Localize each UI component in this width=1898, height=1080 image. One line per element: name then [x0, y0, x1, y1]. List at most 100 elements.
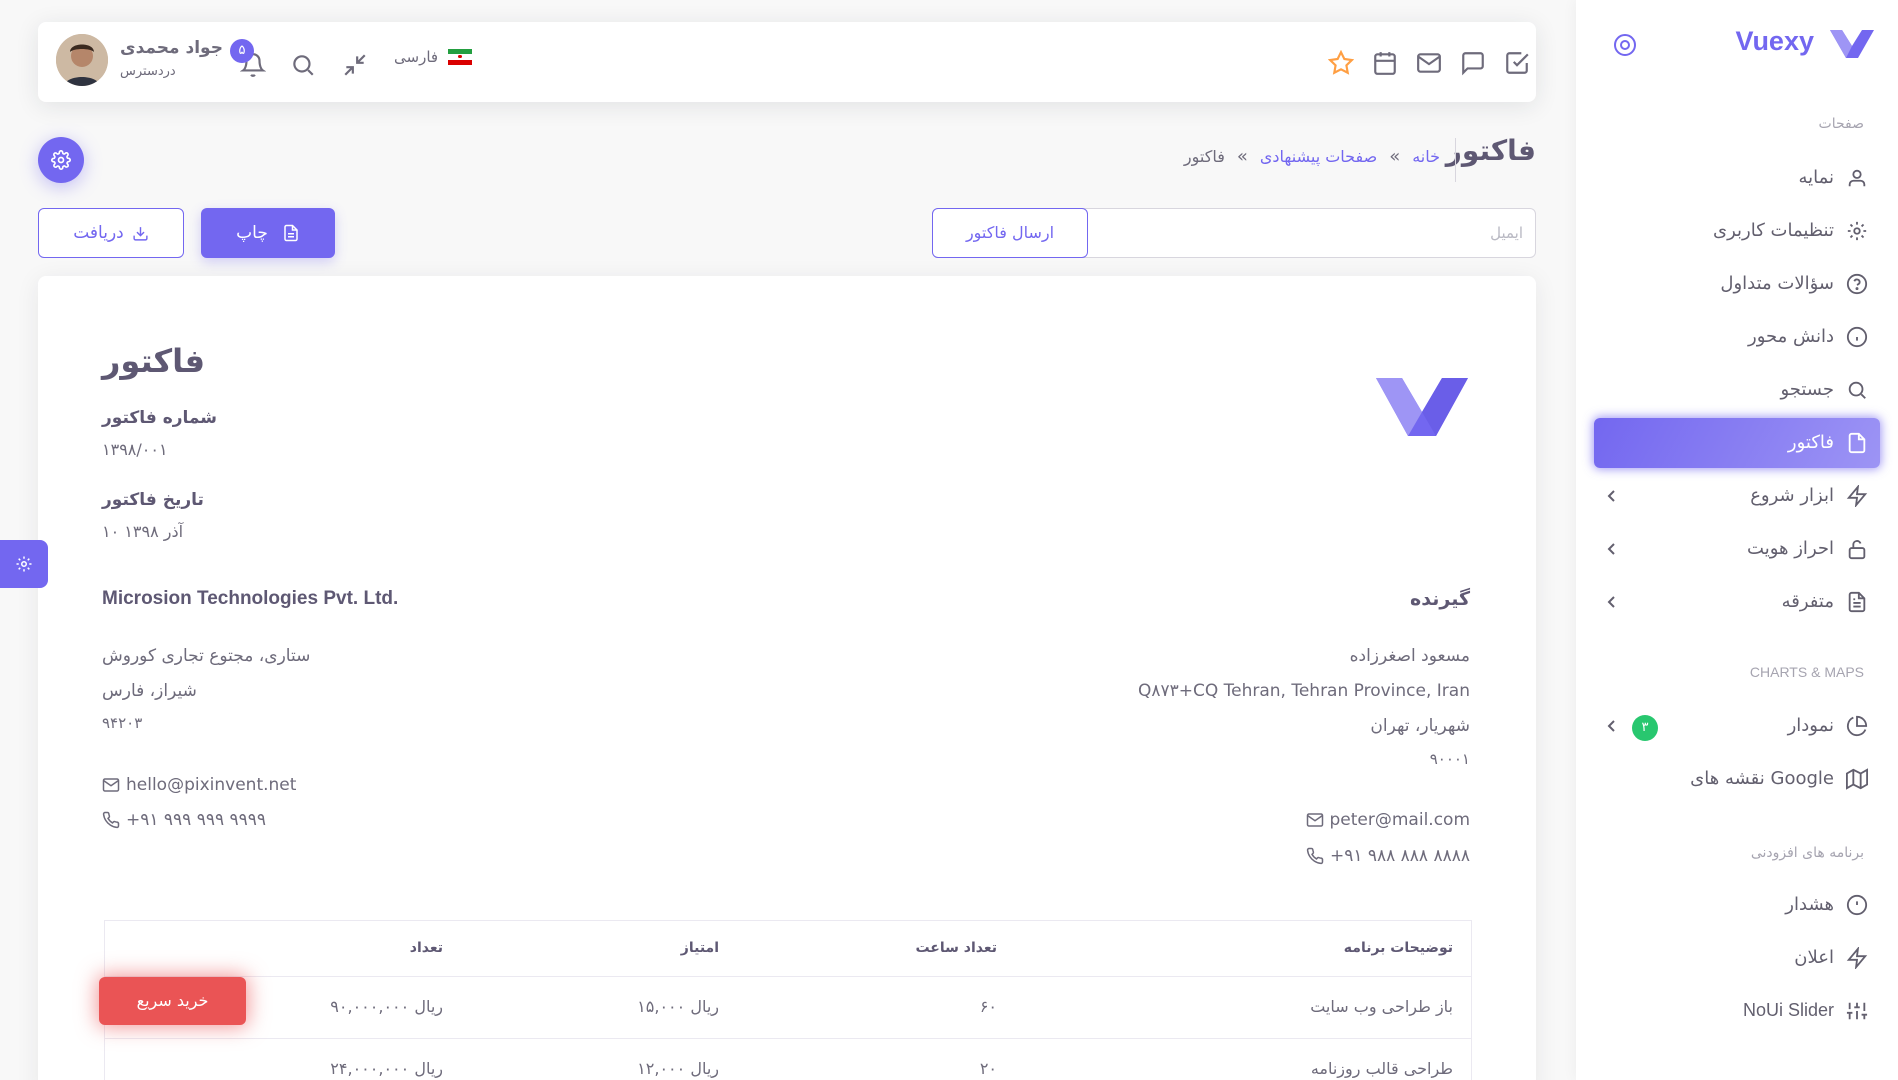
column-header: توضیحات برنامه — [1343, 940, 1453, 956]
sidebar-item-alert[interactable]: هشدار — [1594, 880, 1880, 930]
email-placeholder: ایمیل — [1490, 224, 1523, 242]
star-icon[interactable] — [1328, 50, 1354, 76]
table-row: طراحی قالب روزنامه ۲۰ ۱۲,۰۰۰ ریال ۲۴,۰۰۰… — [105, 1039, 1471, 1080]
language-label: فارسی — [394, 48, 439, 66]
search-icon[interactable] — [290, 52, 316, 78]
sidebar-item-label: اعلان — [1794, 947, 1834, 968]
recipient-phone-line: +۹۱ ۹۸۸ ۸۸۸ ۸۸۸۸ — [1306, 846, 1470, 866]
sidebar-item-toastr[interactable]: اعلان — [1594, 933, 1880, 983]
table-cell: ۲۴,۰۰۰,۰۰۰ ریال — [330, 1059, 443, 1078]
send-invoice-button[interactable]: ارسال فاکتور — [932, 208, 1088, 258]
table-cell: طراحی قالب روزنامه — [1310, 1059, 1453, 1078]
recipient-zip: ۹۰۰۰۱ — [1429, 750, 1470, 768]
sidebar-item-faq[interactable]: سؤالات متداول — [1594, 259, 1880, 309]
sidebar-item-search[interactable]: جستجو — [1594, 365, 1880, 415]
top-navbar: جواد محمدی دردسترس ۵ فارسی — [38, 22, 1536, 102]
title-divider — [1455, 138, 1456, 182]
sidebar-item-label: ابزار شروع — [1750, 485, 1834, 506]
sidebar-item-label: دانش محور — [1748, 326, 1834, 347]
sidebar-item-charts[interactable]: نمودار ۳ — [1594, 701, 1880, 751]
file-text-icon — [284, 224, 298, 242]
company-zip: ۹۴۲۰۳ — [102, 714, 143, 732]
check-square-icon[interactable] — [1504, 50, 1530, 76]
print-button[interactable]: چاپ — [201, 208, 335, 258]
message-square-icon[interactable] — [1460, 50, 1486, 76]
sidebar-item-label: متفرقه — [1781, 591, 1834, 612]
download-label: دریافت — [73, 223, 124, 243]
mail-icon — [102, 778, 120, 792]
sidebar-item-label: نمودار — [1787, 715, 1834, 736]
file-icon — [1848, 432, 1866, 454]
zap-icon — [1846, 947, 1868, 969]
sidebar-item-label: تنظیمات کاربری — [1713, 220, 1834, 241]
table-cell: ۱۲,۰۰۰ ریال — [637, 1059, 719, 1078]
sidebar-item-knowledge-base[interactable]: دانش محور — [1594, 312, 1880, 362]
chevron-left-icon — [1607, 596, 1615, 608]
company-name: Microsion Technologies Pvt. Ltd. — [102, 588, 399, 609]
sidebar-item-badge: ۳ — [1632, 715, 1658, 741]
minimize-icon[interactable] — [342, 52, 368, 78]
app-settings-button[interactable] — [38, 137, 84, 183]
recipient-phone: +۹۱ ۹۸۸ ۸۸۸ ۸۸۸۸ — [1329, 846, 1470, 866]
breadcrumb-home[interactable]: خانه — [1412, 147, 1440, 166]
mail-icon — [1306, 813, 1323, 827]
sidebar-item-misc[interactable]: متفرقه — [1594, 577, 1880, 627]
sidebar-item-starter-kit[interactable]: ابزار شروع — [1594, 471, 1880, 521]
brand: Vuexy — [1600, 22, 1874, 70]
avatar[interactable] — [56, 34, 108, 86]
sidebar-item-noui-slider[interactable]: NoUi Slider — [1594, 986, 1880, 1036]
collapse-toggle-icon[interactable] — [1612, 32, 1638, 58]
download-button[interactable]: دریافت — [38, 208, 184, 258]
sidebar-item-google-maps[interactable]: نقشه های Google — [1594, 754, 1880, 804]
company-email: hello@pixinvent.net — [126, 775, 297, 795]
sidebar-item-authentication[interactable]: احراز هویت — [1594, 524, 1880, 574]
table-cell: ۱۵,۰۰۰ ریال — [637, 997, 719, 1016]
info-icon — [1846, 326, 1868, 348]
company-email-line: hello@pixinvent.net — [102, 775, 296, 795]
gear-icon — [51, 150, 71, 170]
table-cell: باز طراحی وب سایت — [1310, 997, 1453, 1016]
invoice-table: توضیحات برنامه تعداد ساعت امتیاز تعداد ب… — [104, 920, 1472, 1080]
map-icon — [1846, 768, 1868, 790]
sidebar-item-label: هشدار — [1785, 894, 1834, 915]
phone-icon — [102, 811, 120, 829]
company-phone-line: +۹۱ ۹۹۹ ۹۹۹ ۹۹۹۹ — [102, 810, 266, 830]
zap-icon — [1846, 485, 1868, 507]
chevron-left-icon — [1607, 490, 1615, 502]
customizer-toggle[interactable] — [0, 540, 48, 588]
download-icon — [133, 226, 148, 241]
column-header: امتیاز — [680, 940, 719, 956]
user-name[interactable]: جواد محمدی — [120, 38, 223, 58]
nav-header-pages: صفحات — [1818, 116, 1864, 132]
brand-name[interactable]: Vuexy — [1735, 26, 1814, 57]
mail-icon[interactable] — [1416, 50, 1442, 76]
chevrons-left-icon: « — [1389, 146, 1401, 167]
pie-chart-icon — [1846, 715, 1868, 736]
table-cell: ۹۰,۰۰۰,۰۰۰ ریال — [330, 997, 443, 1016]
vuexy-logo-icon[interactable] — [1830, 28, 1874, 62]
breadcrumb: خانه « صفحات پیشنهادی « فاکتور — [1184, 146, 1440, 167]
breadcrumb-pages[interactable]: صفحات پیشنهادی — [1260, 147, 1377, 166]
phone-icon — [1306, 847, 1324, 865]
sidebar-item-invoice[interactable]: فاکتور — [1594, 418, 1880, 468]
notification-badge: ۵ — [230, 39, 254, 63]
help-circle-icon — [1846, 273, 1868, 295]
page-title: فاکتور — [1445, 134, 1536, 167]
avatar-image — [56, 34, 108, 86]
recipient-email-line: peter@mail.com — [1306, 810, 1470, 830]
user-icon — [1848, 169, 1866, 187]
sidebar-item-account-settings[interactable]: تنظیمات کاربری — [1594, 206, 1880, 256]
sidebar-item-profile[interactable]: نمایه — [1594, 153, 1880, 203]
buy-now-button[interactable]: خرید سریع — [99, 977, 246, 1025]
chevrons-left-icon: « — [1236, 146, 1248, 167]
main-menu: Vuexy صفحات نمایه تنظیمات کاربری سؤالات … — [1576, 0, 1898, 1080]
nav-header-extensions: برنامه های افزودنی — [1750, 845, 1864, 861]
chevron-left-icon — [1607, 720, 1615, 732]
user-status: دردسترس — [120, 64, 176, 79]
gear-icon — [16, 556, 32, 572]
calendar-icon[interactable] — [1372, 50, 1398, 76]
column-header: تعداد ساعت — [915, 940, 997, 956]
language-dropdown[interactable]: فارسی — [394, 48, 473, 66]
table-cell: ۲۰ — [979, 1059, 997, 1078]
sidebar-item-label: فاکتور — [1787, 432, 1834, 453]
